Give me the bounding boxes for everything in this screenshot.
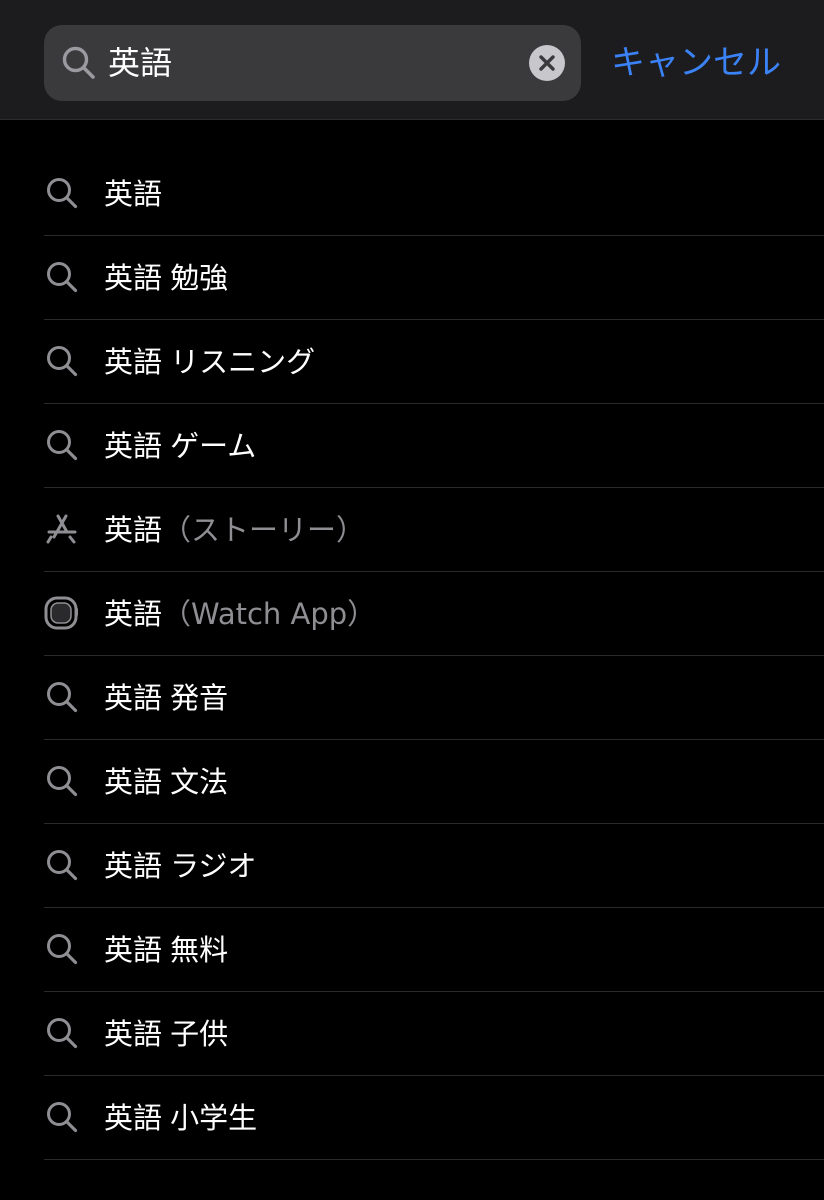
suggestion-term: 英語 [104,513,163,547]
clear-search-button[interactable] [529,45,565,81]
suggestion-keyword: 文法 [170,765,229,799]
close-icon [539,55,555,71]
app-store-icon [44,511,80,547]
search-icon [60,44,98,82]
suggestion-keyword: ラジオ [170,849,257,883]
suggestion-label: 英語 リスニング [104,320,315,404]
suggestion-keyword: ゲーム [170,429,257,463]
suggestion-keyword: 勉強 [170,261,229,295]
search-query-text[interactable]: 英語 [108,25,172,101]
suggestion-row[interactable]: 英語（Watch App） [0,572,824,656]
suggestion-row[interactable]: 英語 文法 [0,740,824,824]
search-icon [44,1015,80,1051]
suggestion-keyword: 小学生 [170,1101,258,1135]
search-icon [44,1099,80,1135]
suggestion-keyword: 子供 [170,1017,229,1051]
suggestion-term: 英語 [104,429,163,463]
suggestion-label: 英語 勉強 [104,236,228,320]
suggestion-label: 英語 文法 [104,740,228,824]
suggestion-term: 英語 [104,933,163,967]
search-icon [44,679,80,715]
search-icon [44,175,80,211]
suggestion-term: 英語 [104,765,163,799]
search-icon [44,427,80,463]
apple-watch-icon [44,595,80,631]
search-header: 英語 キャンセル [0,0,824,120]
suggestion-label: 英語 ラジオ [104,824,257,908]
suggestion-term: 英語 [104,261,163,295]
suggestion-row[interactable]: 英語 リスニング [0,320,824,404]
search-icon [44,931,80,967]
suggestion-label: 英語 ゲーム [104,404,256,488]
suggestion-row[interactable]: 英語（ストーリー） [0,488,824,572]
suggestion-term: 英語 [104,1101,163,1135]
suggestion-category: （Watch App） [162,597,377,631]
suggestion-row[interactable]: 英語 勉強 [0,236,824,320]
suggestion-row[interactable]: 英語 無料 [0,908,824,992]
suggestion-row[interactable]: 英語 [0,152,824,236]
suggestion-row[interactable]: 英語 ゲーム [0,404,824,488]
suggestion-label: 英語 無料 [104,908,228,992]
suggestion-row[interactable]: 英語 発音 [0,656,824,740]
suggestion-label: 英語（Watch App） [104,572,376,656]
suggestion-term: 英語 [104,849,163,883]
suggestion-row[interactable]: 英語 小学生 [0,1076,824,1160]
suggestion-term: 英語 [104,597,163,631]
suggestion-row[interactable]: 英語 子供 [0,992,824,1076]
search-icon [44,763,80,799]
suggestion-label: 英語（ストーリー） [104,488,365,572]
search-field[interactable]: 英語 [44,25,581,101]
suggestion-label: 英語 [104,152,162,236]
suggestion-label: 英語 発音 [104,656,228,740]
suggestion-term: 英語 [104,1017,163,1051]
cancel-button[interactable]: キャンセル [596,25,796,101]
suggestion-keyword: 発音 [170,681,229,715]
suggestion-category: （ストーリー） [162,513,366,547]
suggestion-keyword: 無料 [170,933,229,967]
search-icon [44,259,80,295]
suggestion-row[interactable]: 英語 ラジオ [0,824,824,908]
suggestion-list: 英語 英語 勉強 英語 リスニング 英語 ゲーム 英語（ストーリー） 英語（Watch App）… [0,152,824,1160]
suggestion-label: 英語 子供 [104,992,228,1076]
suggestion-term: 英語 [104,177,163,211]
suggestion-term: 英語 [104,681,163,715]
search-icon [44,343,80,379]
suggestion-term: 英語 [104,345,163,379]
suggestion-label: 英語 小学生 [104,1076,257,1160]
suggestion-keyword: リスニング [170,345,316,379]
search-icon [44,847,80,883]
